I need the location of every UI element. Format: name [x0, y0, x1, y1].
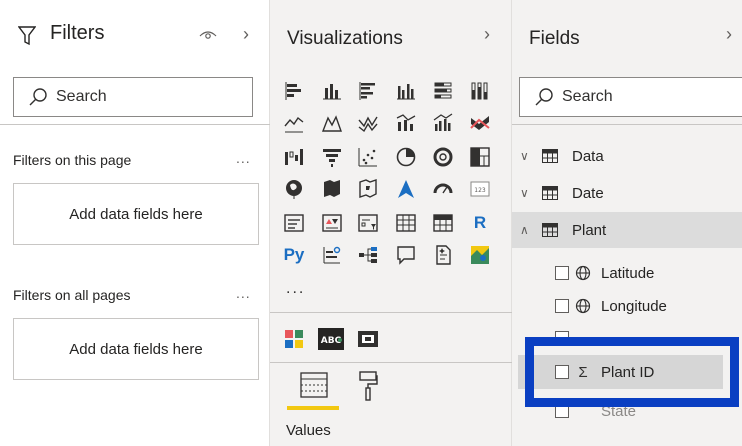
table-name: Data: [572, 147, 604, 165]
filters-search-input[interactable]: Search: [13, 77, 253, 117]
dropzone-text: Add data fields here: [69, 205, 203, 223]
qna-visual-icon[interactable]: [395, 244, 417, 266]
treemap-icon[interactable]: [469, 146, 491, 168]
funnel-chart-icon[interactable]: [321, 146, 343, 168]
r-script-visual-icon[interactable]: R: [469, 212, 491, 234]
100-percent-bar-chart-icon[interactable]: [432, 80, 454, 102]
card-icon[interactable]: 123: [469, 178, 491, 200]
table-icon: [542, 186, 558, 200]
collapse-visualizations-chevron-icon[interactable]: ›: [484, 24, 490, 45]
filters-search-placeholder: Search: [56, 88, 107, 105]
chevron-down-icon[interactable]: ∨: [520, 186, 534, 200]
fields-search-placeholder: Search: [562, 88, 613, 105]
filters-on-all-pages-label: Filters on all pages: [13, 287, 131, 303]
all-pages-filters-dropzone[interactable]: Add data fields here: [13, 318, 259, 380]
globe-icon: [575, 265, 591, 281]
decomposition-tree-icon[interactable]: [357, 244, 379, 266]
line-and-clustered-column-chart-icon[interactable]: [432, 112, 454, 134]
donut-chart-icon[interactable]: [432, 146, 454, 168]
more-options-icon[interactable]: ...: [236, 150, 251, 166]
search-icon: [29, 88, 47, 106]
shape-map-icon[interactable]: [357, 178, 379, 200]
smart-narrative-icon[interactable]: [432, 244, 454, 266]
eye-icon[interactable]: [199, 30, 217, 42]
filters-title: Filters: [50, 22, 105, 44]
divider: [0, 124, 270, 125]
divider: [270, 312, 512, 313]
stacked-column-chart-icon[interactable]: [321, 80, 343, 102]
fields-search-input[interactable]: Search: [519, 77, 742, 117]
more-options-icon[interactable]: ...: [236, 285, 251, 301]
map-icon[interactable]: [283, 178, 305, 200]
values-label: Values: [286, 422, 331, 439]
ribbon-chart-icon[interactable]: [469, 112, 491, 134]
arcgis-map-icon[interactable]: [469, 244, 491, 266]
area-chart-icon[interactable]: [321, 112, 343, 134]
text-filter-visual-icon[interactable]: ABC: [317, 326, 345, 352]
more-visuals-icon[interactable]: ...: [286, 280, 305, 298]
slicer-icon[interactable]: [357, 212, 379, 234]
fields-tab-active-indicator: [287, 406, 339, 410]
table-icon[interactable]: [395, 212, 417, 234]
stacked-area-chart-icon[interactable]: [357, 112, 379, 134]
table-icon: [542, 223, 558, 237]
page-filters-dropzone[interactable]: Add data fields here: [13, 183, 259, 245]
fields-title: Fields: [529, 28, 580, 49]
table-name: Plant: [572, 221, 607, 239]
fields-well-icon[interactable]: [300, 372, 328, 398]
table-icon: [542, 149, 558, 163]
gauge-icon[interactable]: [432, 178, 454, 200]
globe-icon: [575, 298, 591, 314]
filters-pane: Filters › Search Filters on this page ..…: [0, 0, 270, 446]
filter-funnel-icon: [18, 26, 36, 46]
table-row-date[interactable]: ∨ Date: [512, 175, 742, 211]
image-visual-icon[interactable]: [357, 328, 379, 350]
dropzone-text: Add data fields here: [69, 340, 203, 358]
search-icon: [535, 88, 553, 106]
collapse-filters-chevron-icon[interactable]: ›: [243, 24, 249, 45]
format-paint-roller-icon[interactable]: [358, 370, 378, 402]
field-checkbox[interactable]: [555, 266, 569, 280]
table-name: Date: [572, 184, 604, 202]
table-row-data[interactable]: ∨ Data: [512, 138, 742, 174]
highlight-box: [525, 337, 739, 407]
chevron-up-icon[interactable]: ∧: [520, 223, 534, 237]
divider: [270, 362, 512, 363]
table-row-plant[interactable]: ∧ Plant: [512, 212, 742, 248]
clustered-column-chart-icon[interactable]: [395, 80, 417, 102]
kpi-icon[interactable]: [321, 212, 343, 234]
python-visual-icon[interactable]: Py: [283, 244, 305, 266]
filters-on-this-page-label: Filters on this page: [13, 152, 132, 168]
field-name: Longitude: [601, 297, 667, 315]
svg-text:123: 123: [474, 187, 486, 194]
field-row-longitude[interactable]: Longitude: [555, 291, 667, 321]
line-chart-icon[interactable]: [283, 112, 305, 134]
matrix-icon[interactable]: [432, 212, 454, 234]
scatter-chart-icon[interactable]: [357, 146, 379, 168]
collapse-fields-chevron-icon[interactable]: ›: [726, 24, 732, 45]
field-row-latitude[interactable]: Latitude: [555, 258, 654, 288]
visualizations-title: Visualizations: [287, 28, 403, 49]
filled-map-icon[interactable]: [321, 178, 343, 200]
waterfall-chart-icon[interactable]: [283, 146, 305, 168]
100-percent-column-chart-icon[interactable]: [469, 80, 491, 102]
divider: [512, 124, 742, 125]
field-name: Latitude: [601, 264, 655, 282]
app-source-visual-icon[interactable]: [283, 328, 305, 350]
field-checkbox[interactable]: [555, 299, 569, 313]
clustered-bar-chart-icon[interactable]: [357, 80, 379, 102]
multi-row-card-icon[interactable]: [283, 212, 305, 234]
pie-chart-icon[interactable]: [395, 146, 417, 168]
chevron-down-icon[interactable]: ∨: [520, 149, 534, 163]
key-influencers-icon[interactable]: [321, 244, 343, 266]
line-and-stacked-column-chart-icon[interactable]: [395, 112, 417, 134]
azure-map-icon[interactable]: [395, 178, 417, 200]
stacked-bar-chart-icon[interactable]: [283, 80, 305, 102]
